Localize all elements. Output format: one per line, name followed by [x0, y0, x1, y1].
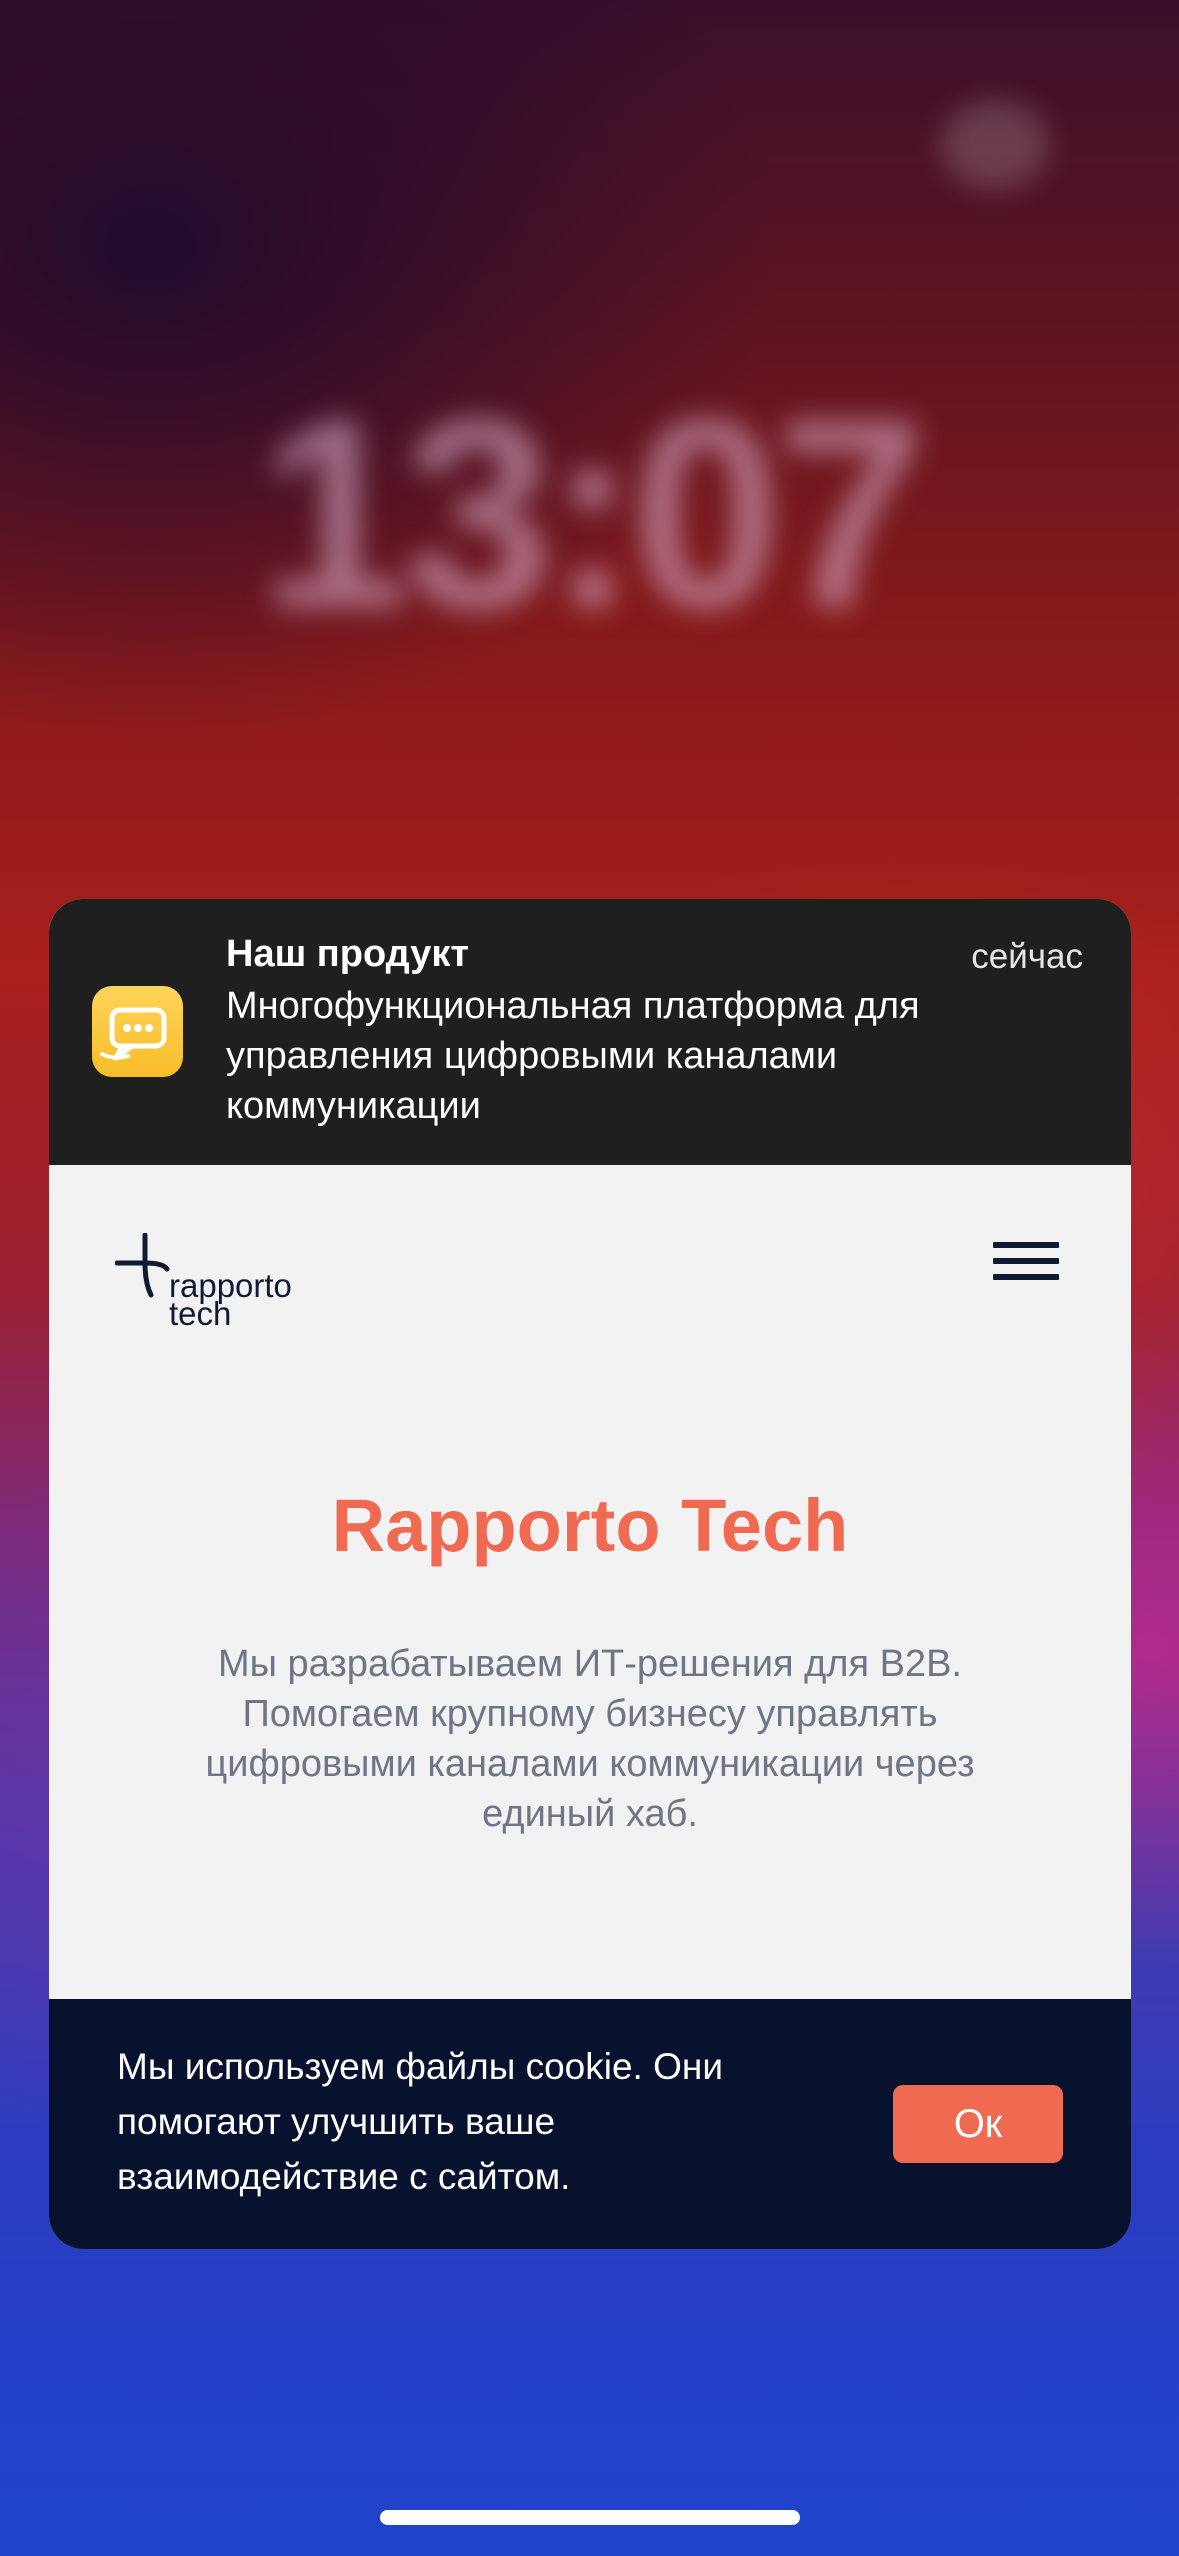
menu-bar-bottom [993, 1274, 1059, 1280]
hamburger-menu-icon[interactable] [993, 1240, 1059, 1286]
notification-time: сейчас [971, 937, 1083, 976]
lockscreen-time: 13:07 [259, 364, 926, 665]
home-indicator[interactable] [380, 2510, 800, 2525]
website-preview[interactable]: rapporto tech Rapporto Tech Мы разрабаты… [49, 1165, 1131, 1999]
cookie-ok-button[interactable]: Ок [893, 2085, 1063, 2163]
lockscreen-background: 13:07 [0, 0, 1179, 900]
notification-expanded-card[interactable]: Наш продукт сейчас Многофункциональная п… [49, 899, 1131, 2249]
chat-bubble-icon [92, 986, 183, 1077]
rapporto-tech-logo[interactable]: rapporto tech [115, 1233, 335, 1333]
notification-body: Многофункциональная платформа для управл… [226, 985, 920, 1127]
notification-title: Наш продукт [226, 933, 470, 975]
site-title: Rapporto Tech [331, 1484, 849, 1567]
cookie-banner: Мы используем файлы cookie. Они помогают… [49, 1999, 1131, 2249]
cookie-banner-text: Мы используем файлы cookie. Они помогают… [117, 2046, 724, 2197]
menu-bar-middle [993, 1258, 1059, 1264]
notification-header[interactable]: Наш продукт сейчас Многофункциональная п… [49, 899, 1131, 1165]
logo-text-line2: tech [169, 1295, 232, 1332]
blurred-status-glow [940, 100, 1050, 190]
menu-bar-top [993, 1242, 1059, 1248]
logo-cross-icon [115, 1233, 170, 1298]
site-description: Мы разрабатываем ИТ-решения для B2B. Пом… [205, 1643, 975, 1835]
chat-bubble-icon-glyph [100, 1007, 167, 1061]
